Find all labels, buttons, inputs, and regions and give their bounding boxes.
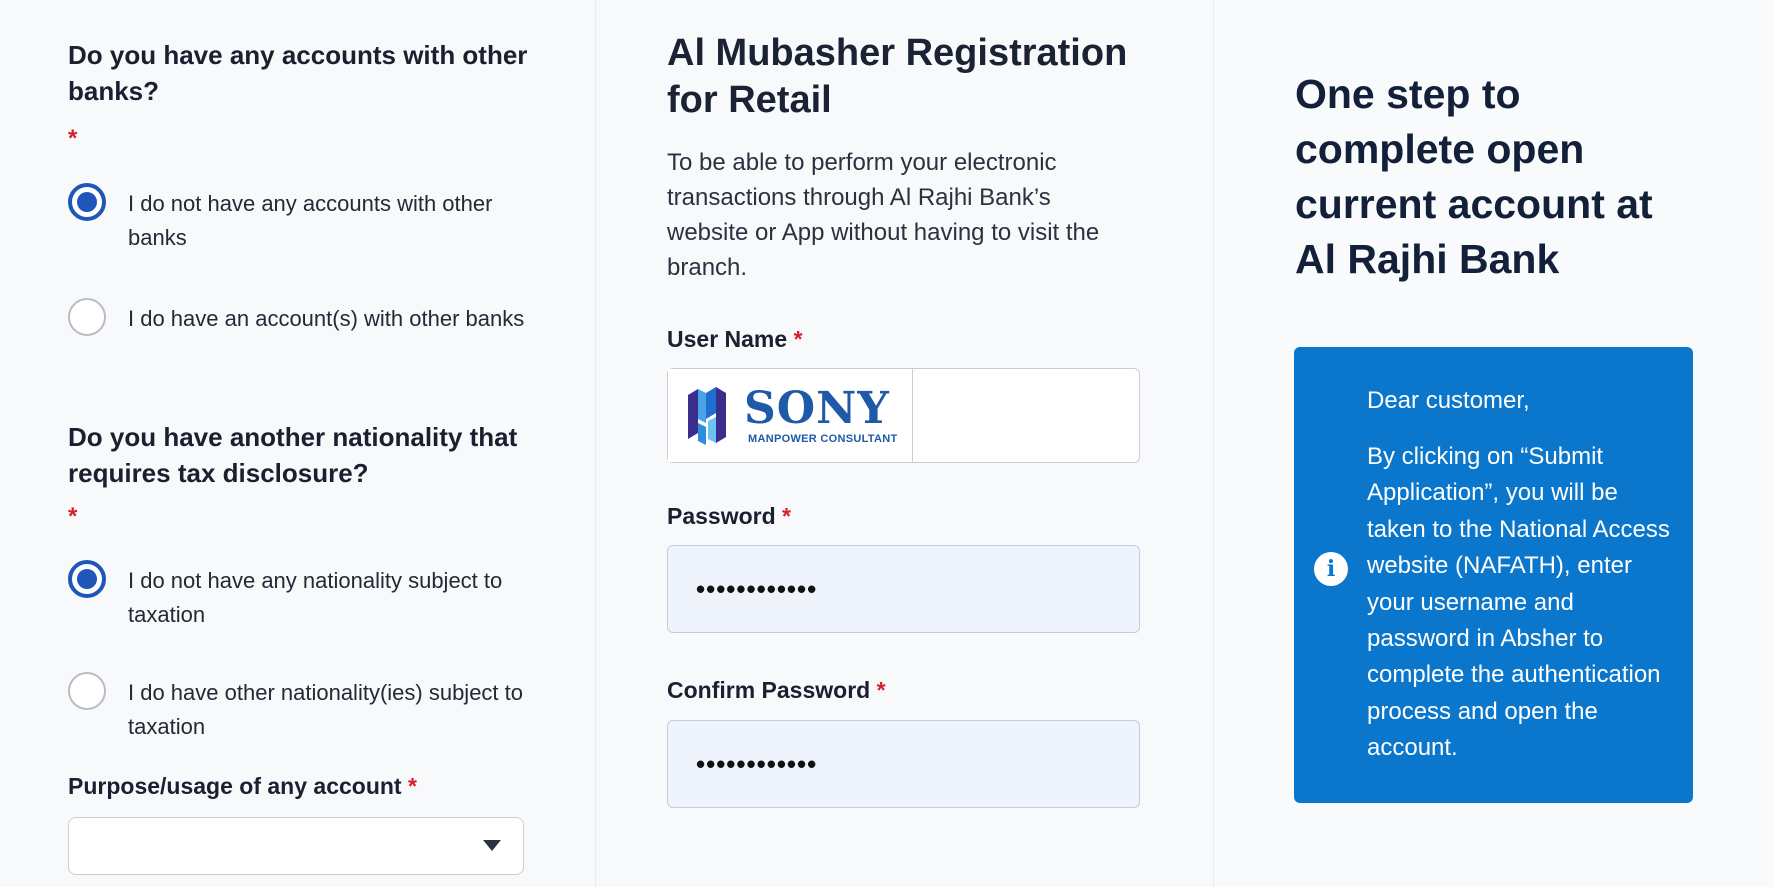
required-star: * <box>782 503 791 529</box>
required-star: * <box>876 677 886 703</box>
purpose-select[interactable] <box>68 817 524 875</box>
password-input[interactable]: •••••••••••• <box>667 545 1140 633</box>
radio-button-unchecked[interactable] <box>68 672 106 710</box>
info-icon: i <box>1314 552 1348 586</box>
radio-label: I do have other nationality(ies) subject… <box>128 680 524 739</box>
info-greeting: Dear customer, <box>1367 387 1530 414</box>
required-star: * <box>68 503 78 530</box>
username-label: User Name * <box>667 326 803 353</box>
page-title: Al Mubasher Registration for Retail <box>667 32 1128 121</box>
left-panel: Do you have any accounts with other bank… <box>0 0 596 887</box>
required-star: * <box>793 326 803 352</box>
radio-button-checked[interactable] <box>68 560 106 598</box>
username-label-text: User Name <box>667 326 788 352</box>
confirm-password-input[interactable]: •••••••••••• <box>667 720 1140 808</box>
required-star: * <box>68 125 78 152</box>
radio-button-unchecked[interactable] <box>68 298 106 336</box>
right-panel: One step to complete open current accoun… <box>1215 0 1774 887</box>
question-other-banks: Do you have any accounts with other bank… <box>68 37 528 109</box>
radio-label: I do not have any nationality subject to… <box>128 568 503 627</box>
info-body: By clicking on “Submit Application”, you… <box>1367 443 1670 762</box>
logo-text: SONY <box>744 383 890 434</box>
radio-label: I do have an account(s) with other banks <box>128 306 525 331</box>
logo-mark-icon <box>688 387 726 445</box>
question-tax-nationality: Do you have another nationality that req… <box>68 419 528 491</box>
registration-description: To be able to perform your electronic tr… <box>667 149 1100 281</box>
username-input[interactable] <box>914 369 1139 462</box>
purpose-label: Purpose/usage of any account * <box>68 773 417 800</box>
confirm-password-label-text: Confirm Password <box>667 677 871 703</box>
radio-label: I do not have any accounts with other ba… <box>128 191 493 250</box>
company-logo: SONY MANPOWER CONSULTANT <box>668 369 913 462</box>
logo-subtitle: MANPOWER CONSULTANT <box>748 433 898 445</box>
radio-button-checked[interactable] <box>68 183 106 221</box>
info-card: i Dear customer, By clicking on “Submit … <box>1294 347 1693 803</box>
question-other-banks-text: Do you have any accounts with other bank… <box>68 40 528 106</box>
middle-panel: Al Mubasher Registration for Retail To b… <box>597 0 1214 887</box>
question-tax-nationality-text: Do you have another nationality that req… <box>68 422 518 488</box>
username-field[interactable]: SONY MANPOWER CONSULTANT <box>667 368 1140 463</box>
chevron-down-icon[interactable] <box>483 840 501 851</box>
purpose-label-text: Purpose/usage of any account <box>68 773 402 799</box>
password-label-text: Password <box>667 503 776 529</box>
required-star: * <box>407 773 417 799</box>
confirm-password-label: Confirm Password * <box>667 677 886 704</box>
step-title: One step to complete open current accoun… <box>1295 71 1653 282</box>
password-label: Password * <box>667 503 791 530</box>
